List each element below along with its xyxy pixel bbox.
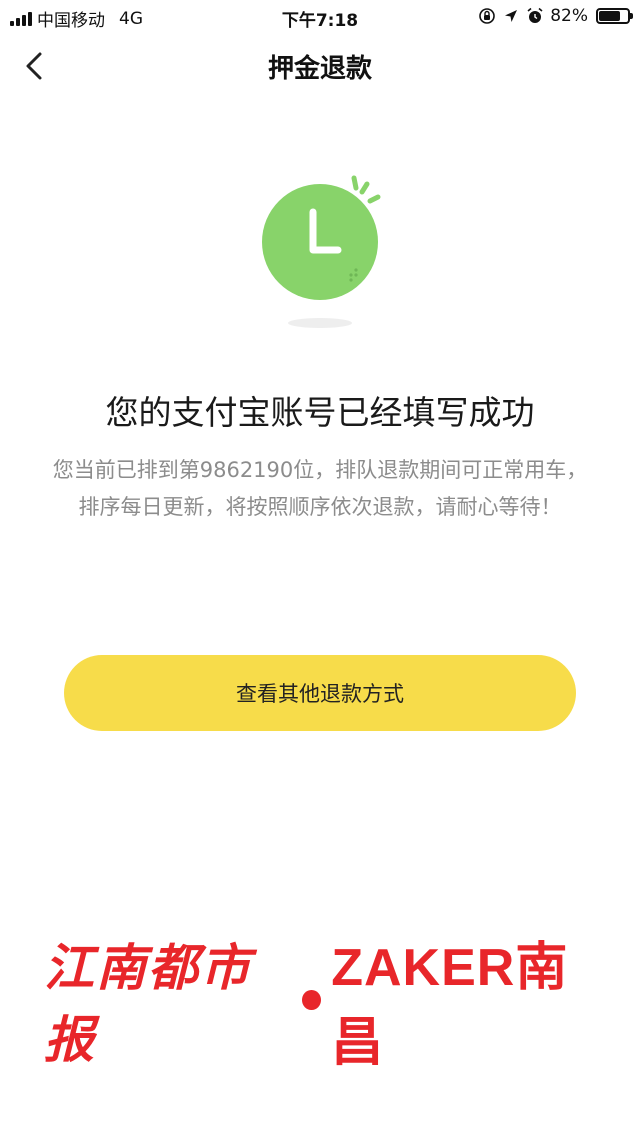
battery-level (599, 11, 621, 21)
other-refund-methods-button[interactable]: 查看其他退款方式 (64, 655, 576, 731)
success-title: 您的支付宝账号已经填写成功 (105, 393, 535, 432)
zaker-logo: ZAKER南昌 (331, 939, 569, 1072)
watermark-dot (302, 990, 322, 1010)
clock-icon (262, 175, 381, 328)
media-watermark: 江南都市报 ZAKER南昌 (44, 938, 604, 1072)
battery-percent: 82% (550, 6, 588, 26)
status-bar: 中国移动 4G 下午7:18 82% (0, 0, 640, 34)
battery-icon (596, 8, 633, 24)
navigation-bar: 押金退款 (0, 34, 640, 98)
status-bar-right: 82% (478, 6, 633, 26)
newspaper-logo: 江南都市报 (44, 938, 252, 1069)
clock-illustration (250, 170, 400, 340)
page-title: 押金退款 (267, 54, 372, 84)
orientation-lock-icon (479, 8, 496, 24)
queue-description: 您当前已排到第9862190位，排队退款期间可正常用车，排序每日更新，将按照顺序… (52, 458, 588, 519)
location-icon (505, 10, 518, 22)
alarm-icon (527, 7, 543, 23)
